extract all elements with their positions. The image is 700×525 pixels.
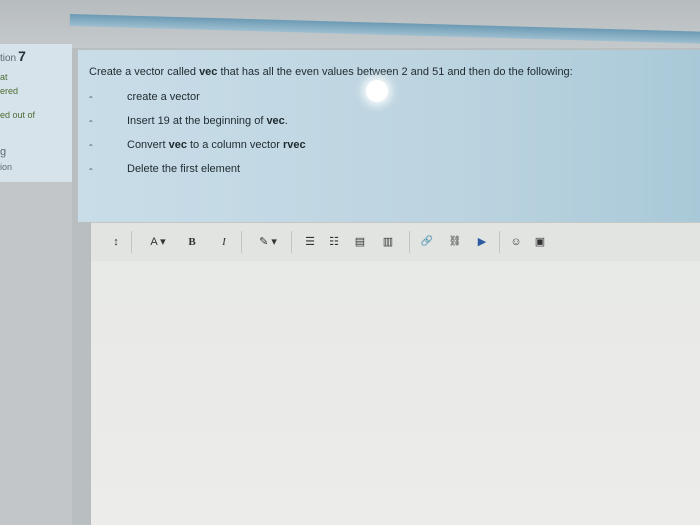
screen-glare [366,80,388,102]
question-label: tion 7 [0,48,26,64]
task-text-end: . [284,115,288,127]
toolbar-separator [241,231,242,253]
task-dash: - [89,91,93,103]
toolbar-separator [499,231,500,253]
link-icon[interactable]: 🔗 [419,233,435,251]
italic-button[interactable]: I [217,233,231,251]
task-text: create a vector [127,91,200,103]
task-dash: - [89,163,93,175]
editor-toolbar: ↕ A ▾ B I ✎ ▾ ☰ ☷ ▤ ▥ 🔗 ⛓ ▶ ☺ ▣ [91,222,700,262]
left-strip [0,182,72,525]
task-item-1: - create a vector [89,91,200,103]
info-line-marked: ed out of [0,110,36,120]
task-bold: vec [266,115,285,127]
info-line-status: at [0,72,8,82]
task-item-4: - Delete the first element [89,163,240,175]
question-intro: Create a vector called vec that has all … [89,66,573,78]
unlink-icon[interactable]: ⛓ [447,233,463,251]
question-text: Create a vector called vec that has all … [78,50,700,222]
intro-suffix: that has all the even values between 2 a… [217,66,573,78]
task-bold-2: rvec [282,139,306,151]
task-text: Insert 19 at the beginning of [127,115,267,127]
answer-text-area[interactable] [91,261,700,525]
font-size-dropdown[interactable]: A ▾ [143,233,173,251]
ordered-list-button[interactable]: ☷ [327,233,341,251]
question-info-panel: tion 7 at ered ed out of g ion [0,44,72,182]
task-text-mid: to a column vector [186,139,283,151]
paragraph-style-button[interactable]: ↕ [109,233,123,251]
task-text: Convert [127,139,169,151]
task-item-2: - Insert 19 at the beginning of vec. [89,115,288,127]
task-dash: - [89,139,93,151]
info-line-answered: ered [0,86,19,96]
image-icon[interactable]: ▣ [533,233,547,251]
text-color-button[interactable]: ✎ ▾ [255,233,281,251]
unordered-list-button[interactable]: ☰ [303,233,317,251]
toolbar-separator [131,231,132,253]
bold-button[interactable]: B [185,233,199,251]
task-bold: vec [168,139,187,151]
task-item-3: - Convert vec to a column vector rvec [89,139,306,151]
info-line-flag[interactable]: g [0,146,6,158]
toolbar-separator [291,231,292,253]
media-icon[interactable]: ▶ [475,233,489,251]
intro-bold: vec [199,66,218,78]
question-label-text: tion [0,53,17,64]
emoji-icon[interactable]: ☺ [509,233,523,251]
question-number: 7 [18,48,26,64]
info-line-question: ion [0,162,13,172]
task-dash: - [89,115,93,127]
outdent-button[interactable]: ▤ [353,233,367,251]
answer-editor: ↕ A ▾ B I ✎ ▾ ☰ ☷ ▤ ▥ 🔗 ⛓ ▶ ☺ ▣ [90,222,700,525]
task-text: Delete the first element [127,163,241,175]
intro-prefix: Create a vector called [89,66,200,78]
indent-button[interactable]: ▥ [381,233,395,251]
toolbar-separator [409,231,410,253]
